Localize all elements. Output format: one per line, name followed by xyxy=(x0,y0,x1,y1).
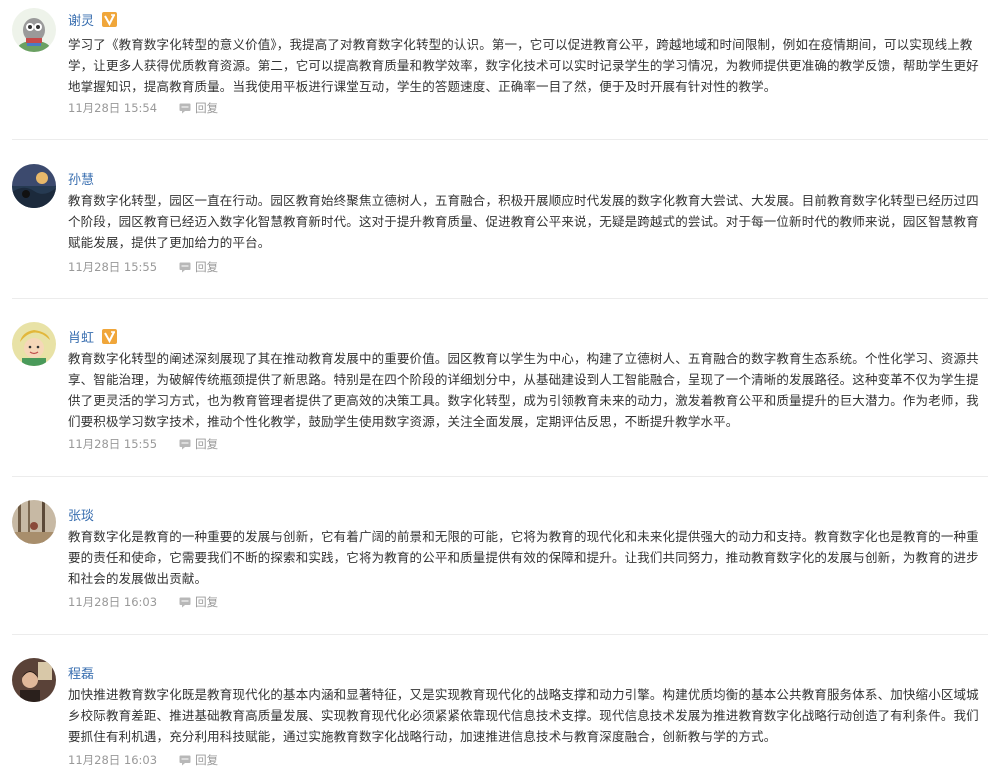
comment-bubble-icon xyxy=(179,597,191,607)
avatar[interactable] xyxy=(12,658,56,702)
comment-bubble-icon xyxy=(179,755,191,765)
avatar-cartoon-owl-icon xyxy=(12,8,56,52)
author-name[interactable]: 孙慧 xyxy=(68,169,94,188)
comment-bubble-icon xyxy=(179,262,191,272)
comment-bubble-icon xyxy=(179,103,191,113)
comment-time: 11月28日 15:55 xyxy=(68,260,158,274)
name-row: 程磊 xyxy=(68,663,94,682)
author-name[interactable]: 张琰 xyxy=(68,505,94,524)
reply-button[interactable]: 回复 xyxy=(179,752,218,768)
comment-list: 谢灵 学习了《教育数字化转型的意义价值》，我提高了对教育数字化转型的认识。第一，… xyxy=(0,0,1000,775)
divider xyxy=(12,298,988,299)
name-row: 张琰 xyxy=(68,505,94,524)
avatar[interactable] xyxy=(12,322,56,366)
author-name[interactable]: 程磊 xyxy=(68,663,94,682)
divider xyxy=(12,476,988,477)
meta-row: 11月28日 15:55 回复 xyxy=(68,435,218,453)
comment-bubble-icon xyxy=(179,439,191,449)
comment-time: 11月28日 15:55 xyxy=(68,437,158,451)
reply-button[interactable]: 回复 xyxy=(179,259,218,275)
comment-time: 11月28日 16:03 xyxy=(68,753,158,767)
meta-row: 11月28日 15:55 回复 xyxy=(68,258,218,276)
avatar-forest-icon xyxy=(12,500,56,544)
meta-row: 11月28日 16:03 回复 xyxy=(68,593,218,611)
reply-label: 回复 xyxy=(195,595,219,609)
verified-v-icon xyxy=(102,11,118,27)
avatar-landscape-icon xyxy=(12,164,56,208)
comment-text: 加快推进教育数字化既是教育现代化的基本内涵和显著特征，又是实现教育现代化的战略支… xyxy=(68,687,979,744)
reply-button[interactable]: 回复 xyxy=(179,100,218,116)
reply-button[interactable]: 回复 xyxy=(179,594,218,610)
avatar[interactable] xyxy=(12,8,56,52)
reply-button[interactable]: 回复 xyxy=(179,436,218,452)
name-row: 谢灵 xyxy=(68,10,118,29)
meta-row: 11月28日 15:54 回复 xyxy=(68,99,218,117)
meta-row: 11月28日 16:03 回复 xyxy=(68,751,218,769)
reply-label: 回复 xyxy=(195,260,219,274)
comment-text: 学习了《教育数字化转型的意义价值》，我提高了对教育数字化转型的认识。第一，它可以… xyxy=(68,37,979,94)
divider xyxy=(12,634,988,635)
author-name[interactable]: 谢灵 xyxy=(68,10,94,29)
divider xyxy=(12,139,988,140)
author-name[interactable]: 肖虹 xyxy=(68,327,94,346)
comment-time: 11月28日 15:54 xyxy=(68,101,158,115)
comment-text: 教育数字化转型，园区一直在行动。园区教育始终聚焦立德树人，五育融合，积极开展顺应… xyxy=(68,193,979,250)
avatar[interactable] xyxy=(12,500,56,544)
avatar[interactable] xyxy=(12,164,56,208)
comment-time: 11月28日 16:03 xyxy=(68,595,158,609)
avatar-cartoon-girl-icon xyxy=(12,322,56,366)
reply-label: 回复 xyxy=(195,753,219,767)
reply-label: 回复 xyxy=(195,437,219,451)
reply-label: 回复 xyxy=(195,101,219,115)
verified-v-icon xyxy=(102,328,118,344)
avatar-portrait-icon xyxy=(12,658,56,702)
name-row: 肖虹 xyxy=(68,327,118,346)
comment-text: 教育数字化转型的阐述深刻展现了其在推动教育发展中的重要价值。园区教育以学生为中心… xyxy=(68,351,979,429)
name-row: 孙慧 xyxy=(68,169,94,188)
comment-text: 教育数字化是教育的一种重要的发展与创新，它有着广阔的前景和无限的可能，它将为教育… xyxy=(68,529,979,586)
